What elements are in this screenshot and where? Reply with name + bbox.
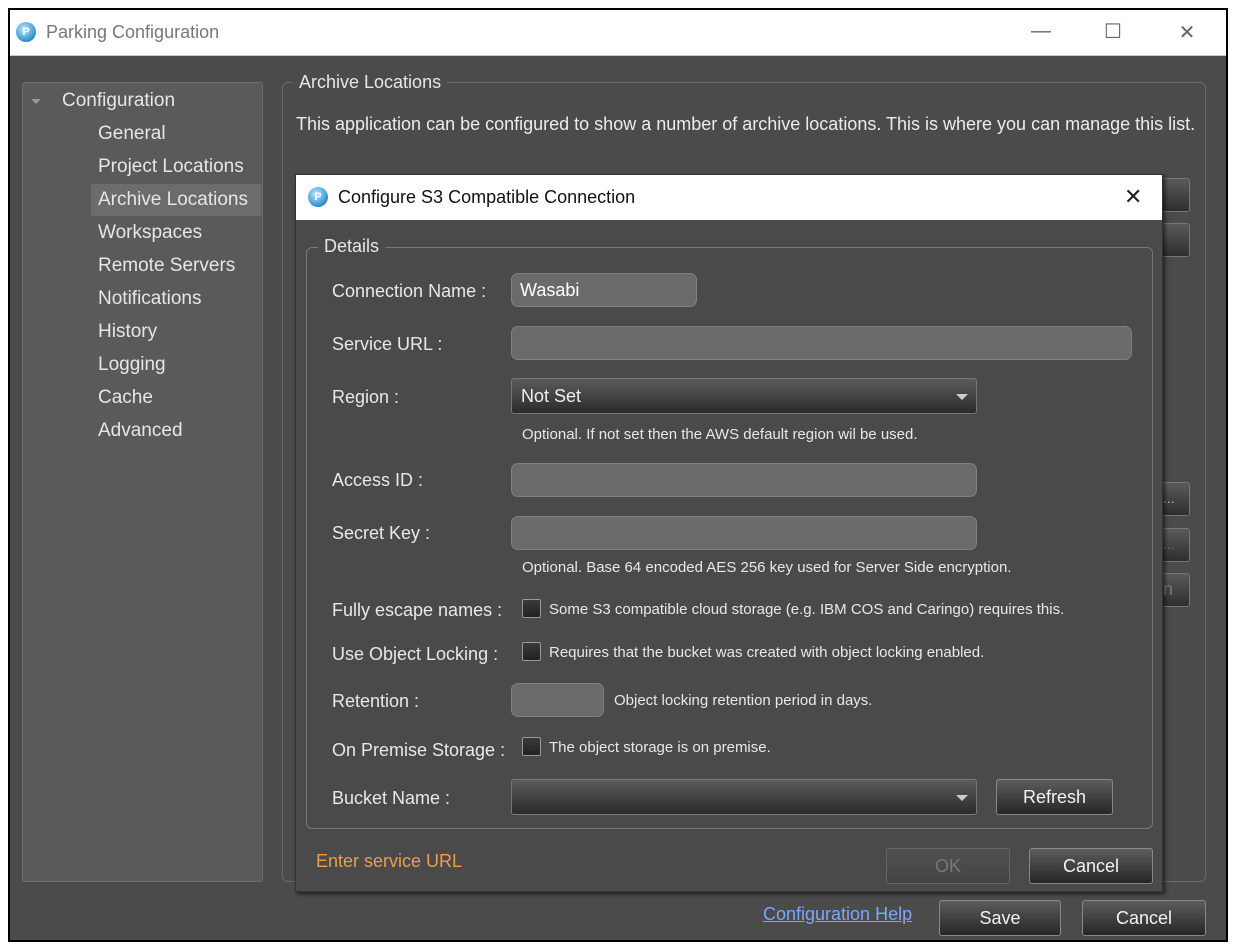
details-title: Details [318, 236, 386, 257]
s3-connection-dialog: P Configure S3 Compatible Connection ✕ C… [295, 174, 1163, 892]
region-label: Region : [332, 387, 400, 407]
sidebar-item-notifications[interactable]: Notifications [91, 283, 261, 315]
expand-caret-icon[interactable] [31, 99, 41, 104]
window-title: Parking Configuration [46, 22, 220, 42]
close-button[interactable]: ✕ [1164, 20, 1210, 45]
region-dropdown[interactable]: Not Set [511, 378, 977, 414]
service-url-input[interactable] [511, 326, 1132, 360]
sidebar-item-general[interactable]: General [91, 118, 261, 150]
sidebar-item-advanced[interactable]: Advanced [91, 415, 261, 447]
secret-key-hint: Optional. Base 64 encoded AES 256 key us… [522, 559, 1012, 576]
access-id-input[interactable] [511, 463, 977, 497]
connection-name-input[interactable]: Wasabi [511, 273, 697, 307]
background-button[interactable]: ... [1160, 528, 1190, 562]
chevron-down-icon [956, 394, 968, 400]
status-message: Enter service URL [316, 851, 463, 871]
minimize-button[interactable]: — [1018, 20, 1064, 43]
object-locking-label: Use Object Locking : [332, 644, 499, 664]
secret-key-label: Secret Key : [332, 523, 431, 543]
save-button[interactable]: Save [939, 900, 1061, 936]
config-tree: Configuration General Project Locations … [22, 82, 263, 882]
fully-escape-checkbox[interactable] [522, 599, 541, 618]
bucket-name-label: Bucket Name : [332, 788, 451, 808]
sidebar-item-history[interactable]: History [91, 316, 261, 348]
background-button[interactable]: n [1160, 573, 1190, 607]
title-bar: P Parking Configuration — ☐ ✕ [10, 10, 1226, 56]
background-button[interactable]: ... [1160, 482, 1190, 516]
background-button[interactable] [1160, 223, 1190, 257]
on-premise-checkbox[interactable] [522, 737, 541, 756]
maximize-button[interactable]: ☐ [1090, 19, 1136, 44]
cancel-button[interactable]: Cancel [1082, 900, 1206, 936]
chevron-down-icon [956, 795, 968, 801]
sidebar-item-logging[interactable]: Logging [91, 349, 261, 381]
description: This application can be configured to sh… [296, 114, 1196, 134]
access-id-label: Access ID : [332, 470, 424, 490]
background-button[interactable] [1160, 178, 1190, 212]
app-logo-icon: P [16, 22, 36, 42]
region-value: Not Set [521, 386, 582, 406]
refresh-button[interactable]: Refresh [996, 779, 1113, 815]
service-url-label: Service URL : [332, 334, 443, 354]
app-logo-icon: P [308, 187, 328, 207]
bucket-name-dropdown[interactable] [511, 779, 977, 815]
dialog-title: Configure S3 Compatible Connection [338, 187, 636, 207]
object-locking-text: Requires that the bucket was created wit… [549, 644, 985, 661]
sidebar-item-cache[interactable]: Cache [91, 382, 261, 414]
tree-root-configuration[interactable]: Configuration [55, 85, 225, 117]
sidebar-item-project-locations[interactable]: Project Locations [91, 151, 261, 183]
fully-escape-text: Some S3 compatible cloud storage (e.g. I… [549, 601, 1065, 618]
ok-button[interactable]: OK [886, 848, 1010, 884]
group-title: Archive Locations [293, 72, 448, 93]
object-locking-checkbox[interactable] [522, 642, 541, 661]
on-premise-text: The object storage is on premise. [549, 739, 771, 756]
region-hint: Optional. If not set then the AWS defaul… [522, 426, 918, 443]
sidebar-item-archive-locations[interactable]: Archive Locations [91, 184, 261, 216]
retention-input[interactable] [511, 683, 604, 717]
retention-text: Object locking retention period in days. [614, 692, 873, 709]
dialog-close-button[interactable]: ✕ [1124, 184, 1142, 210]
dialog-title-bar: P Configure S3 Compatible Connection ✕ [296, 175, 1162, 220]
details-group: Connection Name : Wasabi Service URL : R… [306, 247, 1153, 829]
sidebar-item-remote-servers[interactable]: Remote Servers [91, 250, 261, 282]
sidebar-item-workspaces[interactable]: Workspaces [91, 217, 261, 249]
fully-escape-label: Fully escape names : [332, 600, 503, 620]
secret-key-input[interactable] [511, 516, 977, 550]
dialog-cancel-button[interactable]: Cancel [1029, 848, 1153, 884]
connection-name-label: Connection Name : [332, 281, 487, 301]
retention-label: Retention : [332, 691, 420, 711]
on-premise-label: On Premise Storage : [332, 740, 506, 760]
configuration-help-link[interactable]: Configuration Help [763, 904, 912, 925]
